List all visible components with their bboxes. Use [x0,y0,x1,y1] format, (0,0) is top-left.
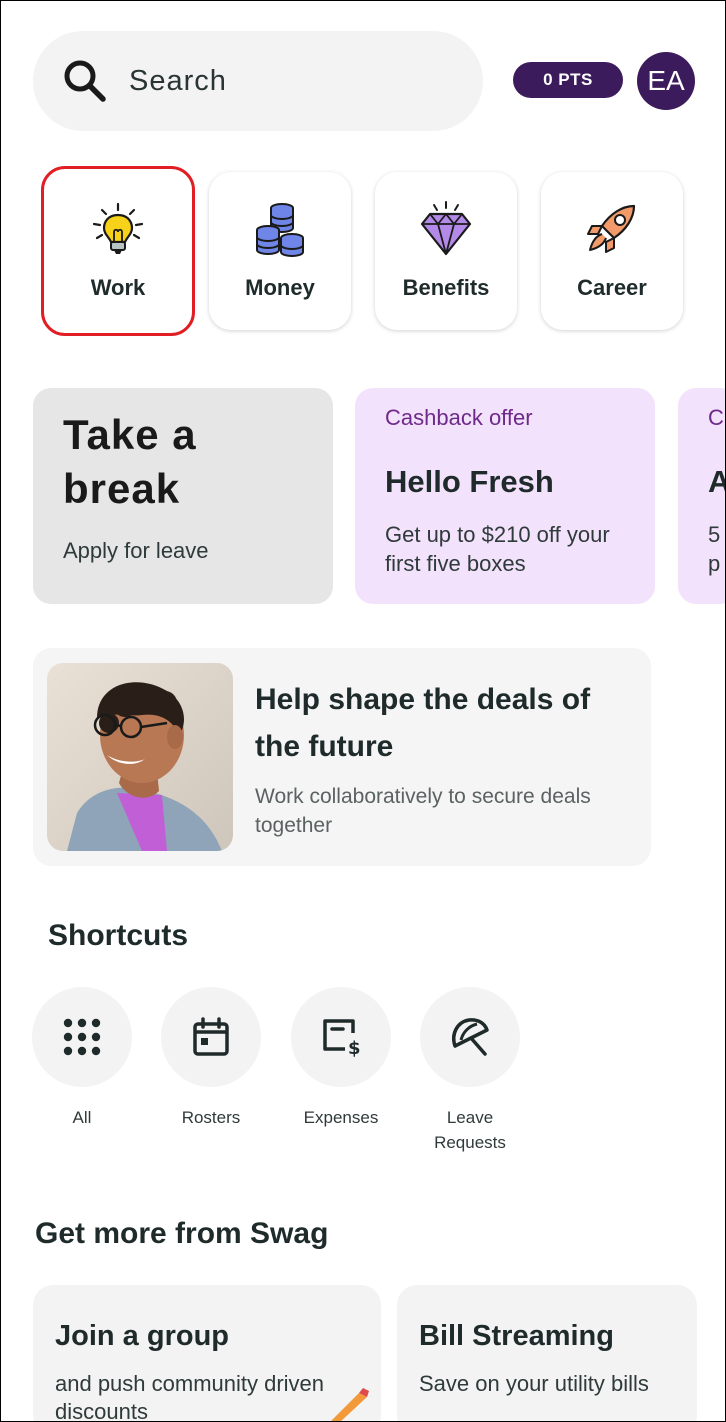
promo-description: Get up to $210 off your first five boxes [385,522,610,576]
promo-title: Hello Fresh [385,464,554,499]
grid-icon [63,1018,101,1056]
shortcut-expenses[interactable]: $ Expenses [281,987,401,1130]
diamond-icon [420,201,472,256]
promo-description-line1: 5 [708,522,721,547]
leave-promo-card[interactable]: Take a break Apply for leave [33,388,333,604]
feature-description: Work collaboratively to secure deals tog… [255,785,591,837]
feature-title: Help shape the deals of the future [255,683,591,763]
deals-feature-card[interactable]: Help shape the deals of the future Work … [33,648,651,866]
person-photo [47,663,233,851]
category-career[interactable]: Career [541,172,683,330]
shortcuts-heading: Shortcuts [48,919,189,952]
category-label: Career [577,275,647,300]
lightbulb-icon [92,202,144,254]
category-label: Benefits [402,275,490,300]
category-benefits[interactable]: Benefits [375,172,517,330]
leave-promo-title: Take a break [63,411,197,504]
shortcut-leave-requests[interactable]: Leave Requests [410,987,530,1155]
svg-text:$: $ [348,1038,361,1057]
category-label: Work [90,275,146,300]
points-badge[interactable]: 0 PTS [513,62,623,98]
bill-streaming-card[interactable]: Bill Streaming Save on your utility bill… [397,1285,697,1421]
more-heading: Get more from Swag [35,1217,329,1250]
calendar-icon [193,1017,229,1056]
card-title: Join a group [55,1320,229,1352]
search-icon [64,60,106,102]
card-title: Bill Streaming [419,1320,614,1352]
category-label: Money [245,275,315,300]
join-group-card[interactable]: Join a group and push community driven d… [33,1285,381,1422]
avatar[interactable]: EA [637,52,695,110]
card-description: and push community driven discounts [55,1371,325,1422]
shortcut-all[interactable]: All [22,987,142,1130]
promo-description-line2: p [708,551,721,576]
shortcut-rosters[interactable]: Rosters [151,987,271,1130]
shortcut-label: Expenses [303,1108,379,1127]
shortcut-circle [420,987,520,1087]
leave-promo-subtitle: Apply for leave [63,538,209,563]
pencil-icon [331,1388,369,1421]
umbrella-icon [452,1018,489,1056]
shortcut-label: Rosters [181,1108,241,1127]
category-work[interactable]: Work [41,166,195,336]
search-placeholder: Search [129,65,227,97]
promo-eyebrow: C [708,405,724,430]
card-description: Save on your utility bills [419,1371,649,1396]
app-screen: Search 0 PTS EA Work Money Benefits Care… [0,0,726,1422]
shortcut-circle [161,987,261,1087]
shortcut-label: All [72,1108,92,1127]
category-money[interactable]: Money [209,172,351,330]
shortcut-circle [32,987,132,1087]
coins-icon [256,203,304,257]
shortcut-label: Leave Requests [434,1108,506,1152]
expense-icon: $ [323,1019,361,1057]
hellofresh-promo-card[interactable]: Cashback offer Hello Fresh Get up to $21… [355,388,655,604]
rocket-icon [587,204,636,253]
promo-eyebrow: Cashback offer [385,405,533,430]
shortcut-circle: $ [291,987,391,1087]
search-bar[interactable]: Search [33,31,483,131]
promo-title: A [708,464,725,500]
next-promo-card[interactable]: C A 5 p [678,388,725,604]
